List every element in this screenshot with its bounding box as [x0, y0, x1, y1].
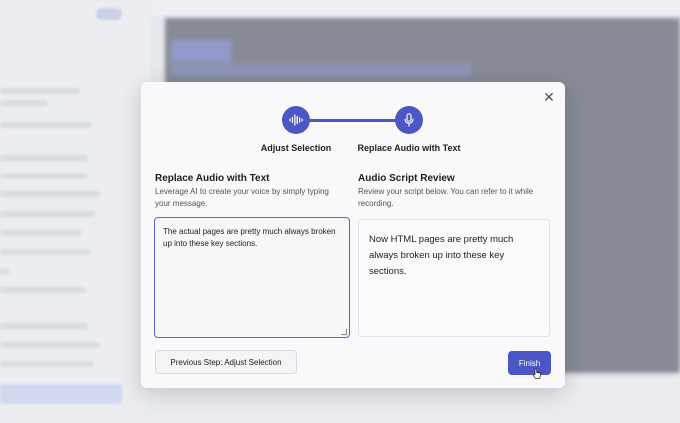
replace-audio-description: Leverage AI to create your voice by simp… [155, 186, 345, 210]
step-2-microphone-icon [395, 106, 423, 134]
pointer-cursor-icon [532, 368, 542, 380]
script-textarea-value: The actual pages are pretty much always … [163, 227, 336, 248]
script-review-text: Now HTML pages are pretty much always br… [369, 234, 513, 277]
replace-audio-title: Replace Audio with Text [155, 173, 269, 184]
step-1-waveform-icon [282, 106, 310, 134]
finish-button[interactable]: Finish [508, 351, 551, 375]
script-textarea[interactable]: The actual pages are pretty much always … [154, 217, 350, 338]
audio-script-review-title: Audio Script Review [358, 173, 455, 184]
step-connector [307, 119, 409, 122]
audio-script-review-description: Review your script below. You can refer … [358, 186, 558, 210]
replace-audio-modal: ✕ Adjust Selection Replace Audio with Te… [141, 82, 565, 388]
step-1-label: Adjust Selection [261, 143, 332, 153]
previous-step-button[interactable]: Previous Step: Adjust Selection [155, 350, 297, 374]
resize-handle[interactable] [341, 329, 347, 335]
script-review-box: Now HTML pages are pretty much always br… [358, 219, 550, 337]
close-icon[interactable]: ✕ [542, 90, 556, 104]
step-2-label: Replace Audio with Text [357, 143, 460, 153]
